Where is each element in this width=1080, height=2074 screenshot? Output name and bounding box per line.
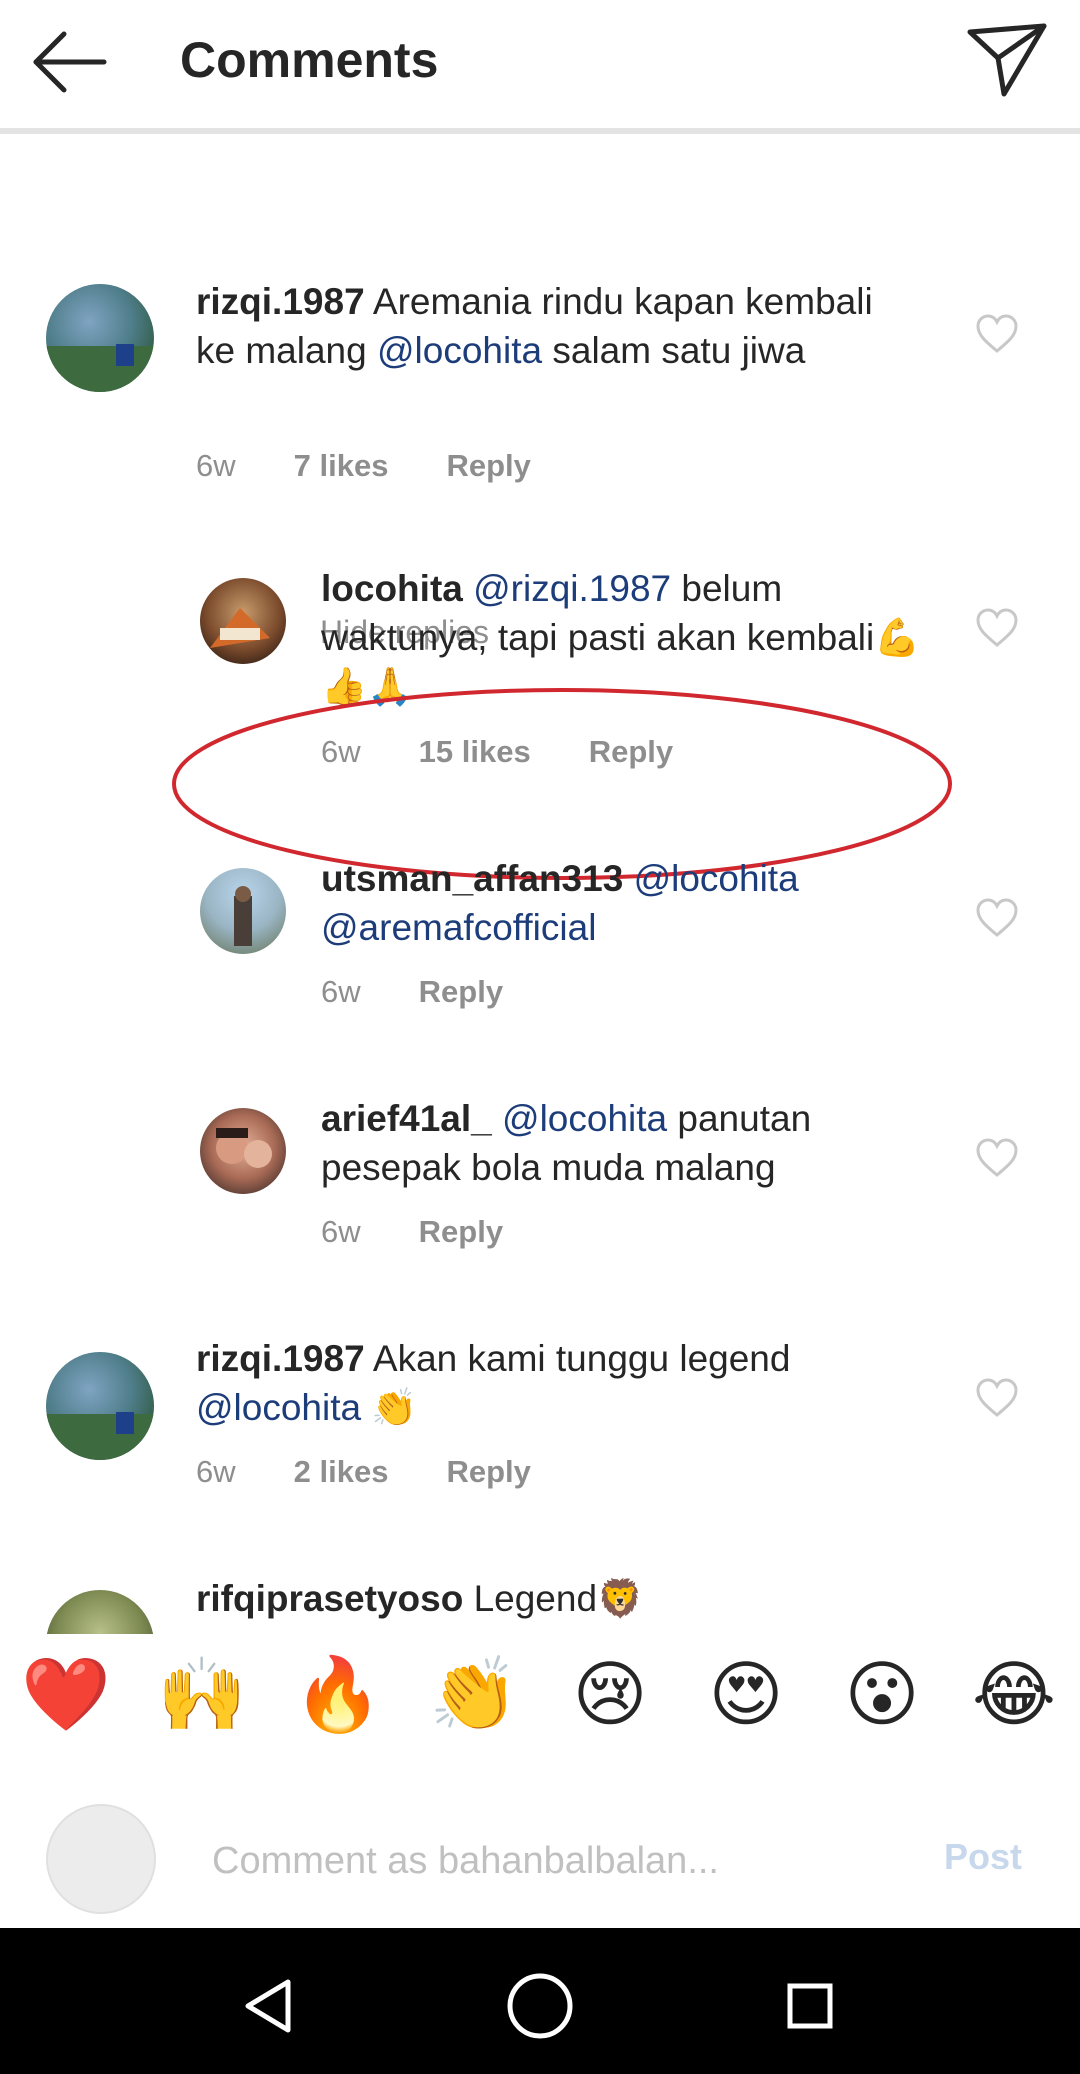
mention-link[interactable]: @locohita: [377, 330, 542, 371]
comment-time: 6w: [196, 1454, 236, 1489]
heart-outline-icon[interactable]: [975, 608, 1019, 648]
emoji-fire-button[interactable]: 🔥: [288, 1645, 388, 1745]
heart-outline-icon[interactable]: [975, 314, 1019, 354]
comment-meta: 6w 7 likes Reply: [196, 448, 589, 484]
send-icon[interactable]: [964, 18, 1050, 104]
comment-text: utsman_affan313 @locohita @aremafcoffici…: [321, 854, 941, 952]
comment-list[interactable]: rizqi.1987 Aremania rindu kapan kembali …: [0, 134, 1080, 1634]
reply-button[interactable]: Reply: [446, 448, 530, 483]
heart-outline-icon[interactable]: [975, 1378, 1019, 1418]
reply-button[interactable]: Reply: [446, 1454, 530, 1489]
mention-link[interactable]: @locohita: [196, 1387, 361, 1428]
mention-link[interactable]: @aremafcofficial: [321, 907, 596, 948]
comment-input-row: Post: [0, 1790, 1080, 1925]
emoji-heart-eyes-button[interactable]: 😍: [696, 1645, 796, 1745]
post-button[interactable]: Post: [944, 1836, 1022, 1878]
comment-text: rizqi.1987 Akan kami tunggu legend @loco…: [196, 1338, 791, 1428]
comment-time: 6w: [321, 974, 361, 1009]
avatar[interactable]: [46, 1590, 154, 1634]
back-arrow-icon[interactable]: [28, 22, 118, 102]
comment-text: rizqi.1987 Aremania rindu kapan kembali …: [196, 281, 873, 371]
heart-outline-icon[interactable]: [975, 1138, 1019, 1178]
mention-link[interactable]: @rizqi.1987: [473, 568, 671, 609]
likes-count[interactable]: 7 likes: [294, 448, 389, 483]
avatar[interactable]: [200, 578, 286, 664]
current-user-avatar: [46, 1804, 156, 1914]
nav-back-icon[interactable]: [230, 1966, 310, 2046]
comment-meta: 6w Reply: [321, 1214, 561, 1250]
emoji-raised-hands-button[interactable]: 🙌: [152, 1645, 252, 1745]
system-nav-bar: [0, 1928, 1080, 2074]
mention-link[interactable]: @locohita: [502, 1098, 667, 1139]
comment-meta: 6w 2 likes Reply: [196, 1454, 589, 1490]
header-bar: Comments: [0, 0, 1080, 134]
comment-username[interactable]: locohita: [321, 568, 463, 609]
emoji-surprised-button[interactable]: 😮: [832, 1645, 932, 1745]
comment-text: locohita @rizqi.1987 belum waktunya, tap…: [321, 568, 921, 707]
highlight-circle: [172, 688, 952, 880]
comment-text: arief41al_ @locohita panutan pesepak bol…: [321, 1098, 812, 1188]
comment-text: rifqiprasetyoso Legend🦁: [196, 1578, 644, 1619]
comment-meta: 6w Reply: [321, 974, 561, 1010]
heart-outline-icon[interactable]: [975, 898, 1019, 938]
likes-count[interactable]: 15 likes: [419, 734, 531, 769]
avatar[interactable]: [46, 1352, 154, 1460]
comment-username[interactable]: rizqi.1987: [196, 281, 365, 322]
nav-home-icon[interactable]: [500, 1966, 580, 2046]
avatar[interactable]: [200, 1108, 286, 1194]
emoji-crying-button[interactable]: 😢: [560, 1645, 660, 1745]
comment-username[interactable]: arief41al_: [321, 1098, 492, 1139]
comment-time: 6w: [321, 1214, 361, 1249]
avatar[interactable]: [46, 284, 154, 392]
comment-username[interactable]: rizqi.1987: [196, 1338, 365, 1379]
mention-link[interactable]: @locohita: [634, 858, 799, 899]
comment-meta: 6w 15 likes Reply: [321, 734, 731, 770]
reply-button[interactable]: Reply: [589, 734, 673, 769]
likes-count[interactable]: 2 likes: [294, 1454, 389, 1489]
nav-recents-icon[interactable]: [770, 1966, 850, 2046]
comment-username[interactable]: utsman_affan313: [321, 858, 623, 899]
comment-input[interactable]: [210, 1830, 914, 1892]
page-title: Comments: [180, 32, 439, 88]
comment-time: 6w: [196, 448, 236, 483]
avatar[interactable]: [200, 868, 286, 954]
emoji-heart-button[interactable]: ❤️: [16, 1645, 116, 1745]
comment-username[interactable]: rifqiprasetyoso: [196, 1578, 463, 1619]
reply-button[interactable]: Reply: [419, 1214, 503, 1249]
reply-button[interactable]: Reply: [419, 974, 503, 1009]
emoji-clap-button[interactable]: 👏: [424, 1645, 524, 1745]
emoji-laughing-button[interactable]: 😂: [964, 1645, 1064, 1745]
comment-time: 6w: [321, 734, 361, 769]
emoji-reaction-bar: ❤️ 🙌 🔥 👏 😢 😍 😮 😂: [0, 1645, 1080, 1775]
